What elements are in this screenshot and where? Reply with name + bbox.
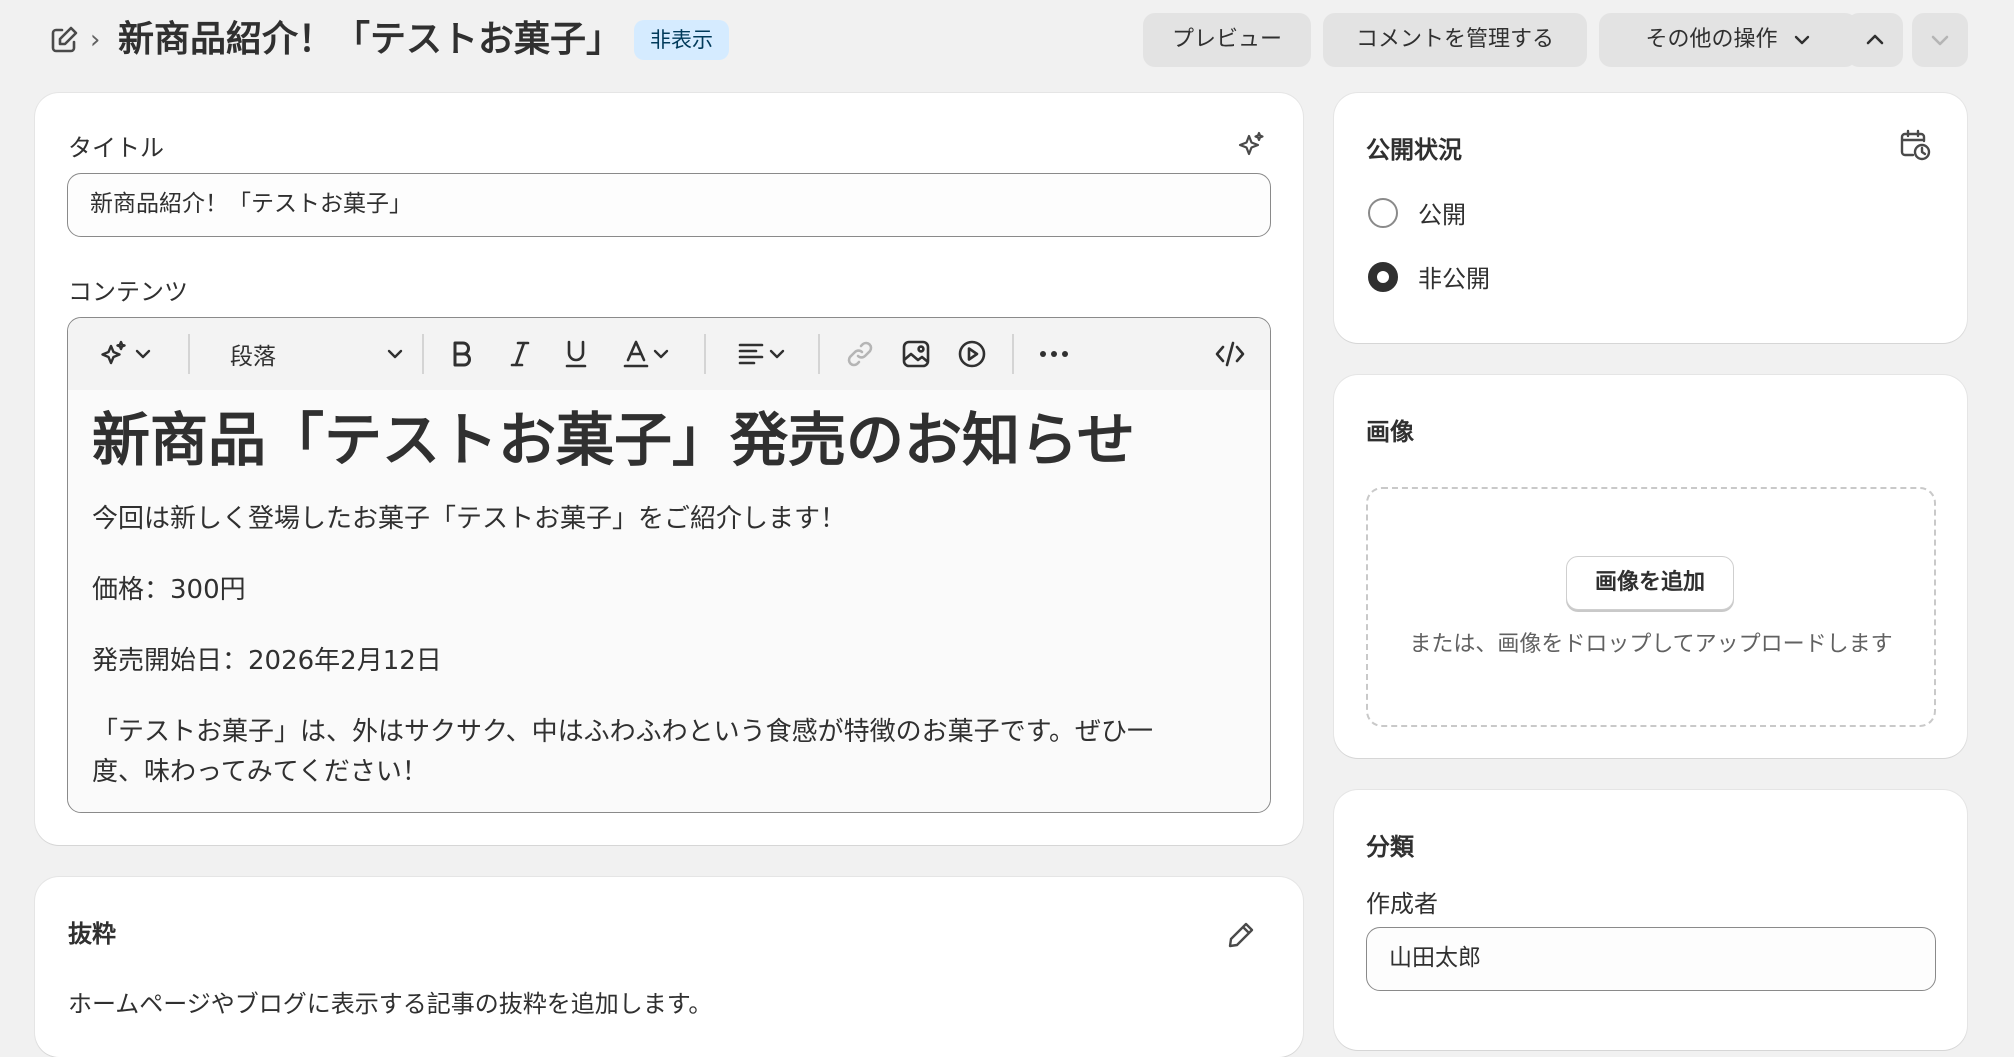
chevron-down-icon: [1931, 35, 1949, 46]
more-actions-button[interactable]: その他の操作: [1599, 13, 1857, 67]
preview-button[interactable]: プレビュー: [1143, 13, 1311, 67]
chevron-up-icon: [1866, 34, 1884, 45]
image-drop-hint: または、画像をドロップしてアップロードします: [1409, 632, 1893, 657]
underline-button[interactable]: [556, 336, 596, 372]
paragraph-format-label: 段落: [230, 344, 276, 370]
content-label: コンテンツ: [68, 278, 188, 306]
chevron-down-icon: [769, 349, 785, 359]
edit-post-icon[interactable]: [48, 24, 80, 56]
manage-comments-button[interactable]: コメントを管理する: [1323, 13, 1587, 67]
visibility-option-public[interactable]: 公開: [1368, 195, 1466, 230]
play-circle-icon: [958, 340, 986, 368]
chevron-down-icon: [1793, 13, 1811, 67]
title-input[interactable]: 新商品紹介！「テストお菓子」: [67, 173, 1271, 237]
visibility-option-label: 公開: [1418, 201, 1466, 229]
insert-link-button[interactable]: [840, 336, 880, 372]
alignment-menu[interactable]: [728, 336, 794, 372]
page-title: 新商品紹介！「テストお菓子」: [118, 19, 623, 60]
ellipsis-icon: [1040, 351, 1068, 357]
excerpt-card: [35, 877, 1303, 1057]
title-label: タイトル: [68, 134, 164, 162]
sparkle-icon: [101, 340, 126, 365]
code-icon: [1215, 341, 1245, 367]
content-paragraph: 「テストお菓子」は、外はサクサク、中はふわふわという食感が特徴のお菓子です。ぜひ…: [92, 717, 1154, 747]
content-paragraph: 今回は新しく登場したお菓子「テストお菓子」をご紹介します！: [92, 504, 847, 534]
insert-video-button[interactable]: [952, 336, 992, 372]
image-icon: [902, 340, 930, 368]
align-left-icon: [738, 343, 764, 365]
visibility-option-label: 非公開: [1418, 265, 1490, 293]
chevron-down-icon: [387, 349, 403, 359]
show-html-button[interactable]: [1210, 336, 1250, 372]
ai-assist-menu[interactable]: [92, 336, 158, 372]
content-paragraph: 度、味わってみてください！: [92, 757, 428, 787]
visibility-option-private[interactable]: 非公開: [1368, 259, 1490, 294]
toolbar-divider: [188, 334, 190, 374]
italic-icon: [510, 341, 530, 367]
more-formatting-button[interactable]: [1034, 336, 1074, 372]
link-icon: [847, 341, 873, 367]
toolbar-divider: [1012, 334, 1014, 374]
image-heading: 画像: [1366, 418, 1414, 446]
bold-icon: [453, 341, 471, 367]
chevron-down-icon: [653, 349, 669, 359]
text-color-menu[interactable]: [614, 336, 678, 372]
radio-private[interactable]: [1368, 261, 1398, 292]
more-actions-label: その他の操作: [1645, 27, 1778, 52]
text-color-icon: [623, 340, 649, 368]
previous-post-button[interactable]: [1847, 13, 1903, 67]
toolbar-divider: [422, 334, 424, 374]
breadcrumb-separator: ›: [90, 25, 101, 55]
paragraph-format-select[interactable]: 段落: [218, 336, 404, 372]
italic-button[interactable]: [500, 336, 540, 372]
radio-public[interactable]: [1368, 197, 1398, 228]
excerpt-description: ホームページやブログに表示する記事の抜粋を追加します。: [68, 990, 713, 1018]
content-paragraph: 発売開始日：2026年2月12日: [92, 646, 442, 676]
chevron-down-icon: [135, 349, 151, 359]
add-image-button[interactable]: 画像を追加: [1566, 556, 1734, 610]
next-post-button[interactable]: [1912, 13, 1968, 67]
organization-heading: 分類: [1366, 833, 1414, 861]
content-heading: 新商品「テストお菓子」発売のお知らせ: [92, 406, 1135, 474]
visibility-heading: 公開状況: [1366, 136, 1462, 164]
status-badge: 非表示: [634, 20, 729, 60]
schedule-visibility-icon[interactable]: [1898, 128, 1932, 166]
edit-excerpt-pencil-icon[interactable]: [1226, 920, 1256, 954]
excerpt-heading: 抜粋: [68, 920, 116, 948]
toolbar-divider: [704, 334, 706, 374]
bold-button[interactable]: [442, 336, 482, 372]
editor-toolbar: 段落: [68, 318, 1270, 391]
toolbar-divider: [818, 334, 820, 374]
author-label: 作成者: [1366, 890, 1438, 918]
ai-sparkle-icon[interactable]: [1236, 130, 1266, 164]
underline-icon: [565, 340, 587, 368]
author-input[interactable]: 山田太郎: [1366, 927, 1936, 991]
insert-image-button[interactable]: [896, 336, 936, 372]
organization-card: [1334, 790, 1967, 1050]
content-paragraph: 価格：300円: [92, 575, 246, 605]
